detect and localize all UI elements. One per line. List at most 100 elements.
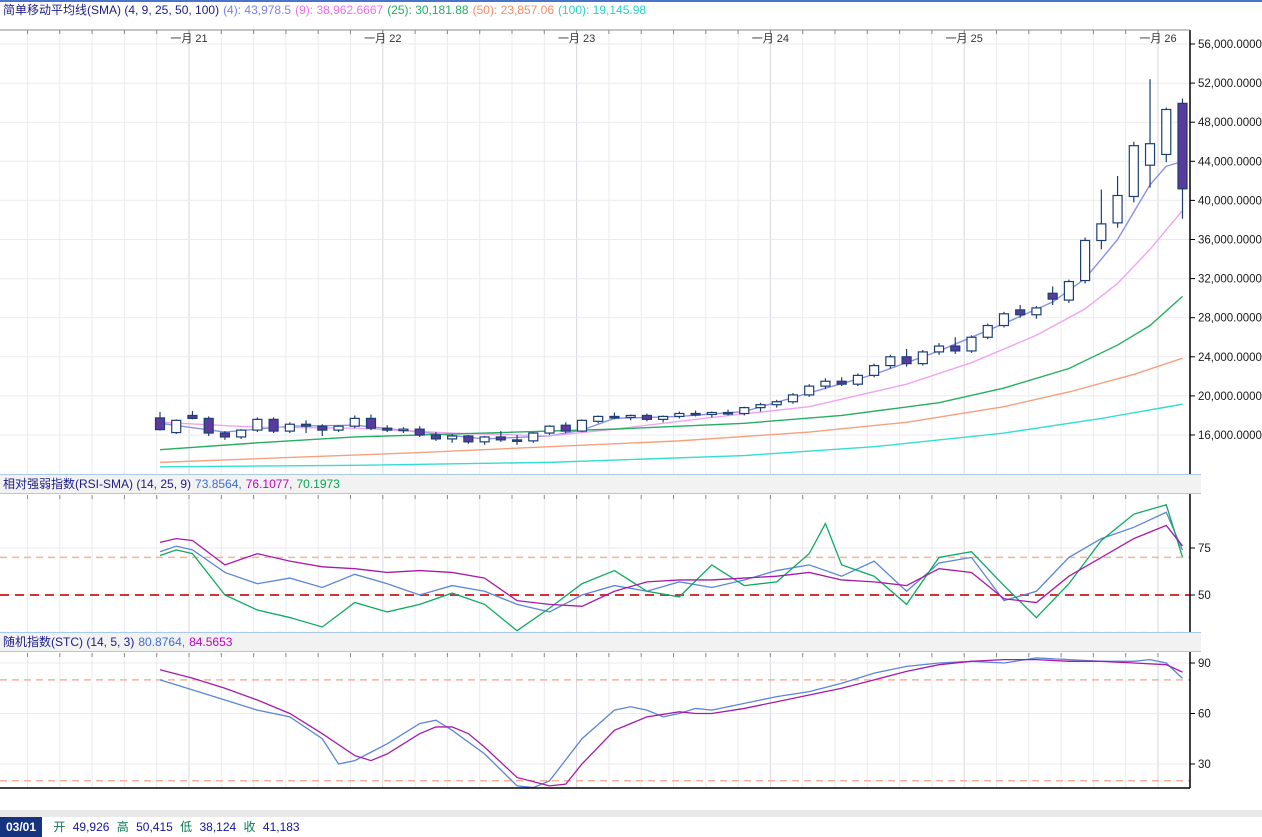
candle[interactable] — [675, 413, 684, 416]
candle[interactable] — [561, 425, 570, 431]
candle[interactable] — [545, 426, 554, 433]
legend-segment: 73.8564, — [195, 477, 242, 491]
candle[interactable] — [1081, 240, 1090, 280]
candle[interactable] — [269, 419, 278, 431]
candle[interactable] — [366, 418, 375, 428]
candle[interactable] — [399, 429, 408, 431]
candles-layer — [156, 79, 1187, 445]
candle[interactable] — [172, 420, 181, 432]
candle[interactable] — [204, 418, 213, 433]
candle[interactable] — [691, 413, 700, 415]
candle[interactable] — [464, 436, 473, 442]
candle[interactable] — [594, 416, 603, 421]
candle[interactable] — [480, 437, 489, 442]
candle[interactable] — [626, 415, 635, 417]
candle[interactable] — [1113, 196, 1122, 223]
time-axis-label: 一月 25 — [946, 33, 983, 45]
candle[interactable] — [1016, 310, 1025, 315]
legend-segment: 50,415 — [136, 820, 176, 834]
candle[interactable] — [967, 337, 976, 351]
time-axis-label: 一月 24 — [752, 33, 789, 45]
candle[interactable] — [853, 375, 862, 384]
price-axis-label: 52,000.0000 — [1198, 78, 1262, 90]
candle[interactable] — [513, 440, 522, 442]
candle[interactable] — [237, 430, 246, 437]
ohlc-readout: 开 49,926 高 50,415 低 38,124 收 41,183 — [53, 820, 303, 834]
legend-segment: (25): 30,181.88 — [387, 3, 468, 17]
candle[interactable] — [772, 402, 781, 405]
candle[interactable] — [1097, 224, 1106, 241]
legend-segment: 高 — [117, 820, 132, 834]
time-axis-label: 一月 23 — [558, 33, 595, 45]
candle[interactable] — [724, 413, 733, 415]
candle[interactable] — [448, 436, 457, 439]
candle[interactable] — [788, 395, 797, 402]
legend-segment: 开 — [53, 820, 68, 834]
candle[interactable] — [1129, 146, 1138, 197]
candle[interactable] — [740, 408, 749, 414]
chart-canvas[interactable]: 56,000.000052,000.000048,000.000044,000.… — [0, 0, 1262, 837]
candle[interactable] — [1162, 109, 1171, 154]
candle[interactable] — [659, 416, 668, 419]
date-badge: 03/01 — [0, 817, 42, 837]
candle[interactable] — [951, 346, 960, 351]
candle[interactable] — [837, 381, 846, 384]
sma-legend: 简单移动平均线(SMA) (4, 9, 25, 50, 100)(4): 43,… — [0, 0, 1262, 20]
candle[interactable] — [1048, 293, 1057, 299]
candle[interactable] — [383, 428, 392, 430]
candle[interactable] — [1032, 308, 1041, 315]
rsi-panel-header: 相对强弱指数(RSI-SMA) (14, 25, 9)73.8564,76.10… — [0, 474, 1201, 494]
candle[interactable] — [285, 424, 294, 431]
candle[interactable] — [188, 415, 197, 418]
price-axis-label: 24,000.0000 — [1198, 352, 1262, 364]
rsi-axis-label: 75 — [1198, 543, 1211, 555]
statusbar-separator — [0, 810, 1262, 817]
candle[interactable] — [334, 426, 343, 430]
candle[interactable] — [577, 420, 586, 431]
candle[interactable] — [1178, 103, 1187, 188]
candle[interactable] — [999, 314, 1008, 326]
candle[interactable] — [805, 386, 814, 395]
candle[interactable] — [1064, 282, 1073, 301]
candle[interactable] — [642, 415, 651, 419]
legend-segment: 低 — [180, 820, 195, 834]
legend-segment: 随机指数(STC) (14, 5, 3) — [3, 635, 134, 649]
trading-chart-window: 56,000.000052,000.000048,000.000044,000.… — [0, 0, 1262, 837]
stc-panel-header: 随机指数(STC) (14, 5, 3)80.8764,84.5653 — [0, 632, 1201, 652]
stc-axis-label: 90 — [1198, 658, 1211, 670]
candle[interactable] — [707, 413, 716, 415]
candle[interactable] — [902, 357, 911, 364]
candle[interactable] — [918, 352, 927, 364]
candle[interactable] — [318, 426, 327, 430]
candle[interactable] — [253, 419, 262, 430]
candle[interactable] — [431, 435, 440, 439]
candle[interactable] — [870, 366, 879, 376]
candle[interactable] — [1146, 144, 1155, 166]
candle[interactable] — [886, 357, 895, 366]
candle[interactable] — [935, 346, 944, 352]
time-axis-label: 一月 26 — [1139, 33, 1176, 45]
legend-segment: 80.8764, — [138, 635, 185, 649]
stc-axis-label: 30 — [1198, 759, 1211, 771]
candle[interactable] — [610, 416, 619, 418]
stc-axis-label: 60 — [1198, 708, 1211, 720]
candle[interactable] — [983, 326, 992, 338]
candle[interactable] — [220, 433, 229, 437]
price-axis-label: 44,000.0000 — [1198, 156, 1262, 168]
price-axis-label: 16,000.0000 — [1198, 430, 1262, 442]
legend-segment: 收 — [244, 820, 259, 834]
candle[interactable] — [302, 424, 311, 426]
candle[interactable] — [821, 381, 830, 386]
legend-segment: 49,926 — [73, 820, 113, 834]
candle[interactable] — [415, 429, 424, 435]
time-axis-label: 一月 21 — [170, 33, 207, 45]
price-axis-label: 40,000.0000 — [1198, 195, 1262, 207]
price-axis-label: 48,000.0000 — [1198, 117, 1262, 129]
candle[interactable] — [156, 418, 165, 430]
legend-segment: 38,124 — [200, 820, 240, 834]
candle[interactable] — [350, 418, 359, 426]
candle[interactable] — [529, 433, 538, 441]
candle[interactable] — [756, 405, 765, 408]
candle[interactable] — [496, 437, 505, 440]
legend-segment: (50): 23,857.06 — [473, 3, 554, 17]
